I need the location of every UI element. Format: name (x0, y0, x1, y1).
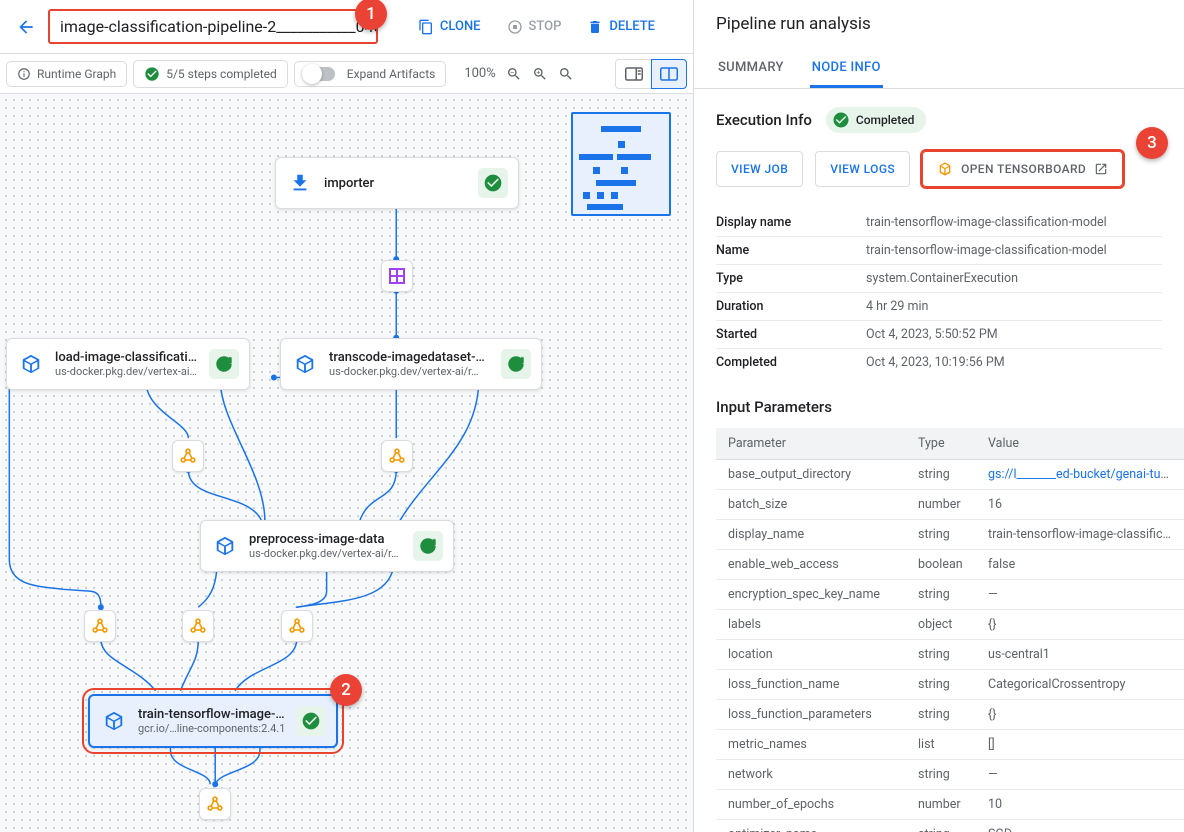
input-parameters-header: Input Parameters (716, 398, 1162, 416)
cache-icon (214, 354, 234, 374)
cube-icon (103, 710, 125, 732)
annotation-badge-1: 1 (355, 0, 387, 30)
cube-icon (214, 535, 236, 557)
cache-icon (418, 536, 438, 556)
check-circle-icon (301, 711, 321, 731)
artifact-node[interactable] (182, 610, 214, 642)
annotation-badge-2: 2 (330, 674, 362, 706)
view-mode-a[interactable] (615, 59, 651, 89)
steps-chip: 5/5 steps completed (133, 60, 288, 88)
param-row: loss_function_namestringCategoricalCross… (716, 670, 1184, 700)
artifact-icon (180, 448, 196, 464)
cache-icon (506, 354, 526, 374)
artifact-icon (389, 448, 405, 464)
pipeline-title[interactable]: image-classification-pipeline-2_________… (48, 9, 378, 44)
download-icon (289, 172, 311, 194)
node-train[interactable]: train-tensorflow-image-c… gcr.io/…line-c… (88, 694, 338, 748)
param-row: networkstring— (716, 760, 1184, 790)
param-row: enable_web_accessbooleanfalse (716, 550, 1184, 580)
view-logs-button[interactable]: VIEW LOGS (815, 151, 910, 187)
param-row: batch_sizenumber16 (716, 490, 1184, 520)
artifact-icon (92, 618, 108, 634)
expand-artifacts-toggle[interactable]: Expand Artifacts (294, 61, 447, 87)
arrow-left-icon (16, 17, 36, 37)
param-row: locationstringus-central1 (716, 640, 1184, 670)
clone-icon (418, 19, 434, 35)
tensorboard-icon (937, 161, 953, 177)
input-parameters-table: Parameter Type Value base_output_directo… (716, 428, 1184, 832)
param-value-link[interactable]: gs://l_______ed-bucket/genai-tuning-expe… (988, 467, 1184, 482)
grid-icon (389, 268, 405, 284)
zoom-in-icon[interactable] (532, 66, 548, 82)
runtime-graph-chip[interactable]: Runtime Graph (6, 61, 127, 87)
artifact-node[interactable] (381, 440, 413, 472)
cube-icon (20, 353, 42, 375)
cube-icon (294, 353, 316, 375)
annotation-badge-3: 3 (1136, 127, 1168, 159)
view-mode-b[interactable] (651, 59, 687, 89)
view-job-button[interactable]: VIEW JOB (716, 151, 803, 187)
panel-tabs: SUMMARY NODE INFO (694, 50, 1184, 89)
artifact-node[interactable] (84, 610, 116, 642)
artifact-icon (207, 796, 223, 812)
artifact-node[interactable] (172, 440, 204, 472)
param-row: base_output_directorystringgs://l_______… (716, 460, 1184, 490)
artifact-node[interactable] (281, 610, 313, 642)
check-circle-icon (832, 111, 850, 129)
info-icon (17, 67, 31, 81)
param-row: metric_nameslist[] (716, 730, 1184, 760)
zoom-reset-icon[interactable] (558, 66, 574, 82)
top-toolbar: image-classification-pipeline-2_________… (0, 0, 693, 54)
panel-icon (625, 67, 643, 81)
execution-info-header: Execution Info (716, 111, 812, 129)
open-external-icon (1094, 162, 1108, 176)
zoom-level: 100% (464, 66, 495, 81)
node-load[interactable]: load-image-classificatio… us-docker.pkg.… (6, 338, 250, 390)
clone-button[interactable]: CLONE (408, 13, 491, 41)
status-chip: Completed (826, 107, 927, 133)
param-row: labelsobject{} (716, 610, 1184, 640)
node-transcode[interactable]: transcode-imagedataset-… us-docker.pkg.d… (280, 338, 542, 390)
node-importer[interactable]: importer (275, 157, 519, 209)
param-row: optimizer_namestringSGD (716, 820, 1184, 832)
zoom-out-icon[interactable] (506, 66, 522, 82)
tab-summary[interactable]: SUMMARY (716, 50, 786, 88)
check-circle-icon (483, 173, 503, 193)
sub-toolbar: Runtime Graph 5/5 steps completed Expand… (0, 54, 693, 94)
delete-button[interactable]: DELETE (577, 13, 665, 41)
pipeline-canvas[interactable]: importer load-image-classificatio… us-do… (0, 94, 693, 832)
artifact-icon (190, 618, 206, 634)
artifact-node[interactable] (199, 788, 231, 820)
tab-node-info[interactable]: NODE INFO (810, 50, 883, 88)
panel-split-icon (660, 67, 678, 81)
param-row: encryption_spec_key_namestring— (716, 580, 1184, 610)
stop-button[interactable]: STOP (497, 13, 572, 41)
param-row: display_namestringtrain-tensorflow-image… (716, 520, 1184, 550)
panel-title: Pipeline run analysis (716, 14, 1162, 34)
execution-kv-table: Display nametrain-tensorflow-image-class… (716, 209, 1162, 376)
param-row: number_of_epochsnumber10 (716, 790, 1184, 820)
stop-icon (507, 19, 523, 35)
node-preprocess[interactable]: preprocess-image-data us-docker.pkg.dev/… (200, 520, 454, 572)
minimap[interactable] (571, 112, 671, 216)
check-circle-icon (144, 66, 160, 82)
trash-icon (587, 19, 603, 35)
toggle-switch[interactable] (305, 67, 335, 81)
artifact-icon (289, 618, 305, 634)
open-tensorboard-button[interactable]: OPEN TENSORBOARD (922, 151, 1123, 187)
back-arrow[interactable] (8, 9, 44, 45)
artifact-node[interactable] (381, 260, 413, 292)
param-row: loss_function_parametersstring{} (716, 700, 1184, 730)
